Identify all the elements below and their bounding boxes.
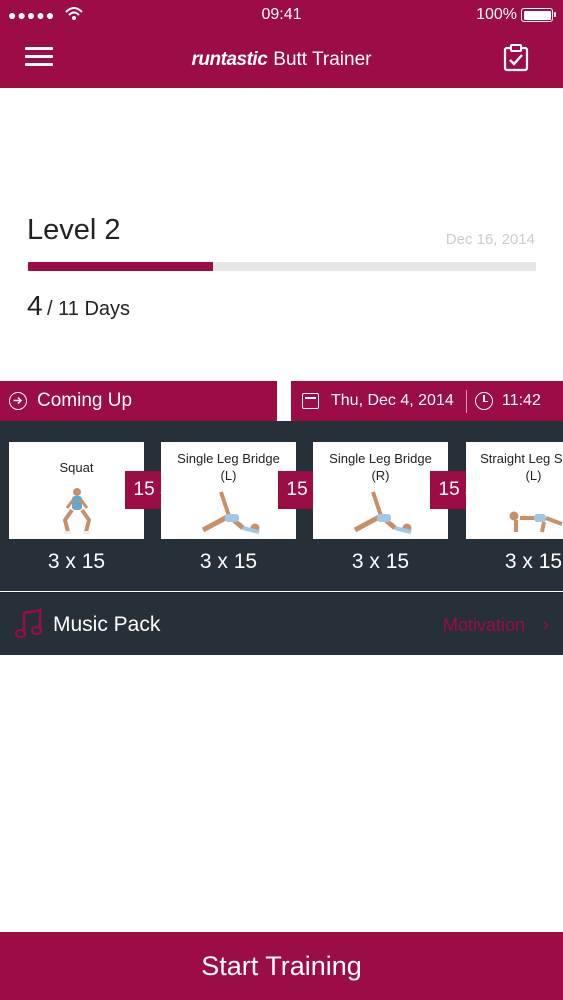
- coming-up-button[interactable]: Coming Up: [0, 381, 277, 421]
- leg-tap-figure-image: [509, 511, 563, 533]
- exercise-card[interactable]: Squat: [9, 442, 144, 539]
- checklist-icon[interactable]: [503, 44, 529, 72]
- level-progress-bar: [28, 262, 536, 271]
- scheduled-time: 11:42: [502, 392, 541, 409]
- exercise-name: Straight Leg S Tap (L): [480, 451, 563, 483]
- music-note-icon: [14, 608, 43, 639]
- chevron-right-icon: ›: [542, 614, 549, 636]
- squat-figure-image: [62, 488, 92, 534]
- level-title: Level 2: [27, 214, 121, 246]
- schedule-info[interactable]: Thu, Dec 4, 2014 11:42: [291, 381, 563, 421]
- status-bar: ●●●●● 09:41 100%: [0, 0, 563, 30]
- brand-logo: runtastic: [191, 49, 268, 70]
- exercise-card[interactable]: Single Leg Bridge (L): [161, 442, 296, 539]
- battery-percentage: 100%: [476, 6, 517, 23]
- exercise-name: Single Leg Bridge (R): [329, 451, 432, 483]
- exercise-name: Squat: [59, 460, 94, 475]
- arrow-right-circle-icon: [9, 392, 27, 410]
- divider: [466, 390, 467, 413]
- app-title: runtastic Butt Trainer: [0, 49, 563, 71]
- current-day: 4: [27, 290, 43, 321]
- level-end-date: Dec 16, 2014: [445, 231, 535, 248]
- music-pack-row[interactable]: Music Pack Motivation ›: [0, 592, 563, 655]
- exercise-reps: 3 x 15: [504, 550, 563, 573]
- exercise-card[interactable]: Straight Leg S Tap (L): [466, 442, 563, 539]
- leg-bridge-figure-image: [353, 491, 412, 534]
- calendar-icon: [302, 393, 319, 409]
- exercise-name: Single Leg Bridge (L): [177, 451, 280, 483]
- start-training-button[interactable]: Start Training: [0, 932, 563, 1000]
- exercise-card[interactable]: Single Leg Bridge (R): [313, 442, 448, 539]
- leg-bridge-figure-image: [201, 491, 260, 534]
- exercise-reps: 3 x 15: [199, 550, 258, 573]
- exercise-carousel[interactable]: Squat 3 x 15 15 s Single Leg Bridge (L) …: [0, 421, 563, 591]
- days-progress: 4 / 11 Days: [27, 290, 130, 322]
- battery-icon: [521, 8, 556, 22]
- clock-icon: [475, 392, 493, 410]
- music-pack-label: Music Pack: [53, 613, 161, 636]
- progress-fill: [28, 262, 213, 271]
- nav-bar: runtastic Butt Trainer: [0, 30, 563, 88]
- coming-up-label: Coming Up: [37, 390, 133, 411]
- exercise-reps: 3 x 15: [47, 550, 106, 573]
- scheduled-date: Thu, Dec 4, 2014: [331, 392, 454, 409]
- app-title-text: Butt Trainer: [273, 49, 372, 70]
- total-days: / 11 Days: [47, 298, 131, 320]
- music-pack-value: Motivation: [442, 615, 525, 635]
- exercise-reps: 3 x 15: [351, 550, 410, 573]
